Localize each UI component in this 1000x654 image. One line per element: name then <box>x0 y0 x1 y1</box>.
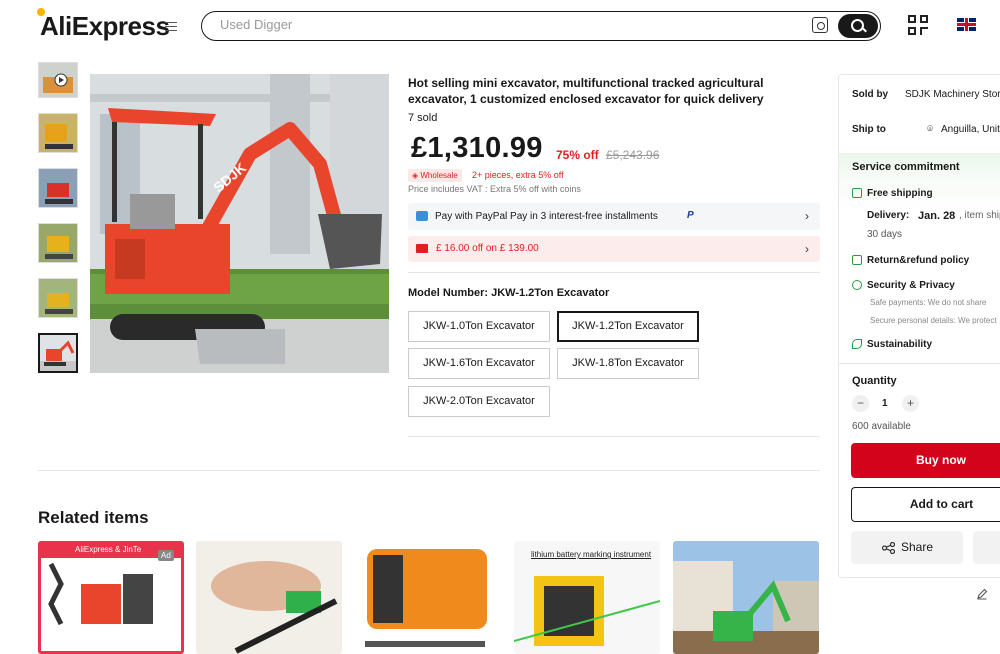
edit-pencil-icon[interactable] <box>976 588 988 600</box>
ship-to-selector[interactable]: Anguilla, United <box>941 124 1000 135</box>
related-item-card-5[interactable] <box>673 541 819 654</box>
search-input[interactable] <box>220 17 780 32</box>
quantity-decrease-button[interactable]: − <box>852 395 869 412</box>
thumbnail-video[interactable] <box>38 62 78 98</box>
aliexpress-logo[interactable]: AliExpress <box>37 8 170 42</box>
coupon-text: £ 16.00 off on £ 139.00 <box>436 243 539 254</box>
buy-now-button[interactable]: Buy now <box>851 443 1000 478</box>
divider <box>408 272 820 273</box>
camera-search-icon[interactable] <box>812 17 828 33</box>
free-shipping[interactable]: Free shipping <box>867 188 933 199</box>
store-link[interactable]: SDJK Machinery Store <box>905 89 1000 100</box>
wholesale-note: 2+ pieces, extra 5% off <box>472 170 564 180</box>
thumbnail-5[interactable] <box>38 278 78 318</box>
quantity-increase-button[interactable]: + <box>902 395 919 412</box>
service-commitment-title: Service commitment <box>852 161 960 173</box>
search-button[interactable] <box>838 14 878 38</box>
delivery-label: Delivery: <box>867 210 910 221</box>
related-item-card-4[interactable]: lithium battery marking instrument <box>514 541 660 654</box>
return-days: 30 days <box>867 229 903 240</box>
share-label: Share <box>901 540 934 554</box>
delivery-tail: , item ships <box>959 210 1000 221</box>
paypal-installments-banner[interactable]: Pay with PayPal Pay in 3 interest-free i… <box>408 203 820 230</box>
chevron-right-icon: › <box>805 209 809 223</box>
return-icon <box>852 255 862 265</box>
quantity-value[interactable]: 1 <box>882 398 888 409</box>
wishlist-button[interactable] <box>973 531 1000 564</box>
truck-icon <box>852 188 862 198</box>
purchase-sidebar: Sold by SDJK Machinery Store Ship to ⌾ A… <box>838 74 1000 578</box>
uk-flag-icon[interactable] <box>957 18 976 31</box>
coupon-banner[interactable]: £ 16.00 off on £ 139.00 › <box>408 236 820 262</box>
divider <box>408 436 820 437</box>
leaf-icon <box>852 339 862 349</box>
product-title: Hot selling mini excavator, multifunctio… <box>408 76 764 106</box>
related-item-card-3[interactable] <box>355 541 501 654</box>
quantity-label: Quantity <box>852 375 897 387</box>
thumbnail-4[interactable] <box>38 223 78 263</box>
available-count: 600 available <box>852 421 911 432</box>
vat-note: Price includes VAT : Extra 5% off with c… <box>408 184 581 194</box>
card-icon <box>416 211 428 221</box>
secure-details-note: Secure personal details: We protect <box>870 316 997 325</box>
ad-badge: Ad <box>158 550 174 561</box>
sustainability[interactable]: Sustainability <box>867 339 932 350</box>
security-privacy[interactable]: Security & Privacy <box>867 280 955 291</box>
model-option-1-8ton[interactable]: JKW-1.8Ton Excavator <box>557 348 699 379</box>
sold-by-label: Sold by <box>852 89 889 100</box>
related-card-banner: AliExpress & JinTe <box>75 545 142 554</box>
shield-icon <box>852 280 862 290</box>
price: £1,310.99 <box>411 132 543 164</box>
delivery-date: Jan. 28 <box>918 210 956 222</box>
thumbnail-6-active[interactable] <box>38 333 78 373</box>
top-header: AliExpress <box>0 0 1000 54</box>
return-refund-policy[interactable]: Return&refund policy <box>867 255 969 266</box>
related-items-heading: Related items <box>38 508 149 527</box>
main-product-image[interactable]: SDJK <box>90 74 389 373</box>
divider <box>839 363 1000 364</box>
related-item-card-1[interactable]: AliExpress & JinTe Ad <box>38 541 184 654</box>
model-option-1-0ton[interactable]: JKW-1.0Ton Excavator <box>408 311 550 342</box>
original-price: £5,243.96 <box>606 148 660 162</box>
share-icon <box>882 542 895 554</box>
qr-code-icon[interactable] <box>908 15 929 36</box>
model-number-label: Model Number: JKW-1.2Ton Excavator <box>408 287 610 299</box>
model-option-2-0ton[interactable]: JKW-2.0Ton Excavator <box>408 386 550 417</box>
ship-to-label: Ship to <box>852 124 886 135</box>
divider <box>38 470 820 471</box>
safe-payments-note: Safe payments: We do not share <box>870 298 987 307</box>
thumbnail-2[interactable] <box>38 113 78 153</box>
model-option-1-2ton-selected[interactable]: JKW-1.2Ton Excavator <box>557 311 699 342</box>
thumbnail-3[interactable] <box>38 168 78 208</box>
sold-count: 7 sold <box>408 112 438 124</box>
related-item-card-2[interactable] <box>196 541 342 654</box>
paypal-text: Pay with PayPal Pay in 3 interest-free i… <box>435 211 658 222</box>
location-pin-icon: ⌾ <box>927 124 933 135</box>
add-to-cart-button[interactable]: Add to cart <box>851 487 1000 522</box>
share-button[interactable]: Share <box>851 531 963 564</box>
menu-icon[interactable] <box>165 19 177 33</box>
logo-spark-icon <box>37 8 45 16</box>
chevron-right-icon: › <box>805 242 809 256</box>
wholesale-badge: ◈ Wholesale <box>408 169 462 182</box>
discount-percent: 75% off <box>556 148 599 162</box>
coupon-icon <box>416 244 428 253</box>
search-bar <box>201 11 881 41</box>
paypal-logo-icon: P <box>687 210 694 221</box>
related-card-banner: lithium battery marking instrument <box>531 550 652 559</box>
model-option-1-6ton[interactable]: JKW-1.6Ton Excavator <box>408 348 550 379</box>
